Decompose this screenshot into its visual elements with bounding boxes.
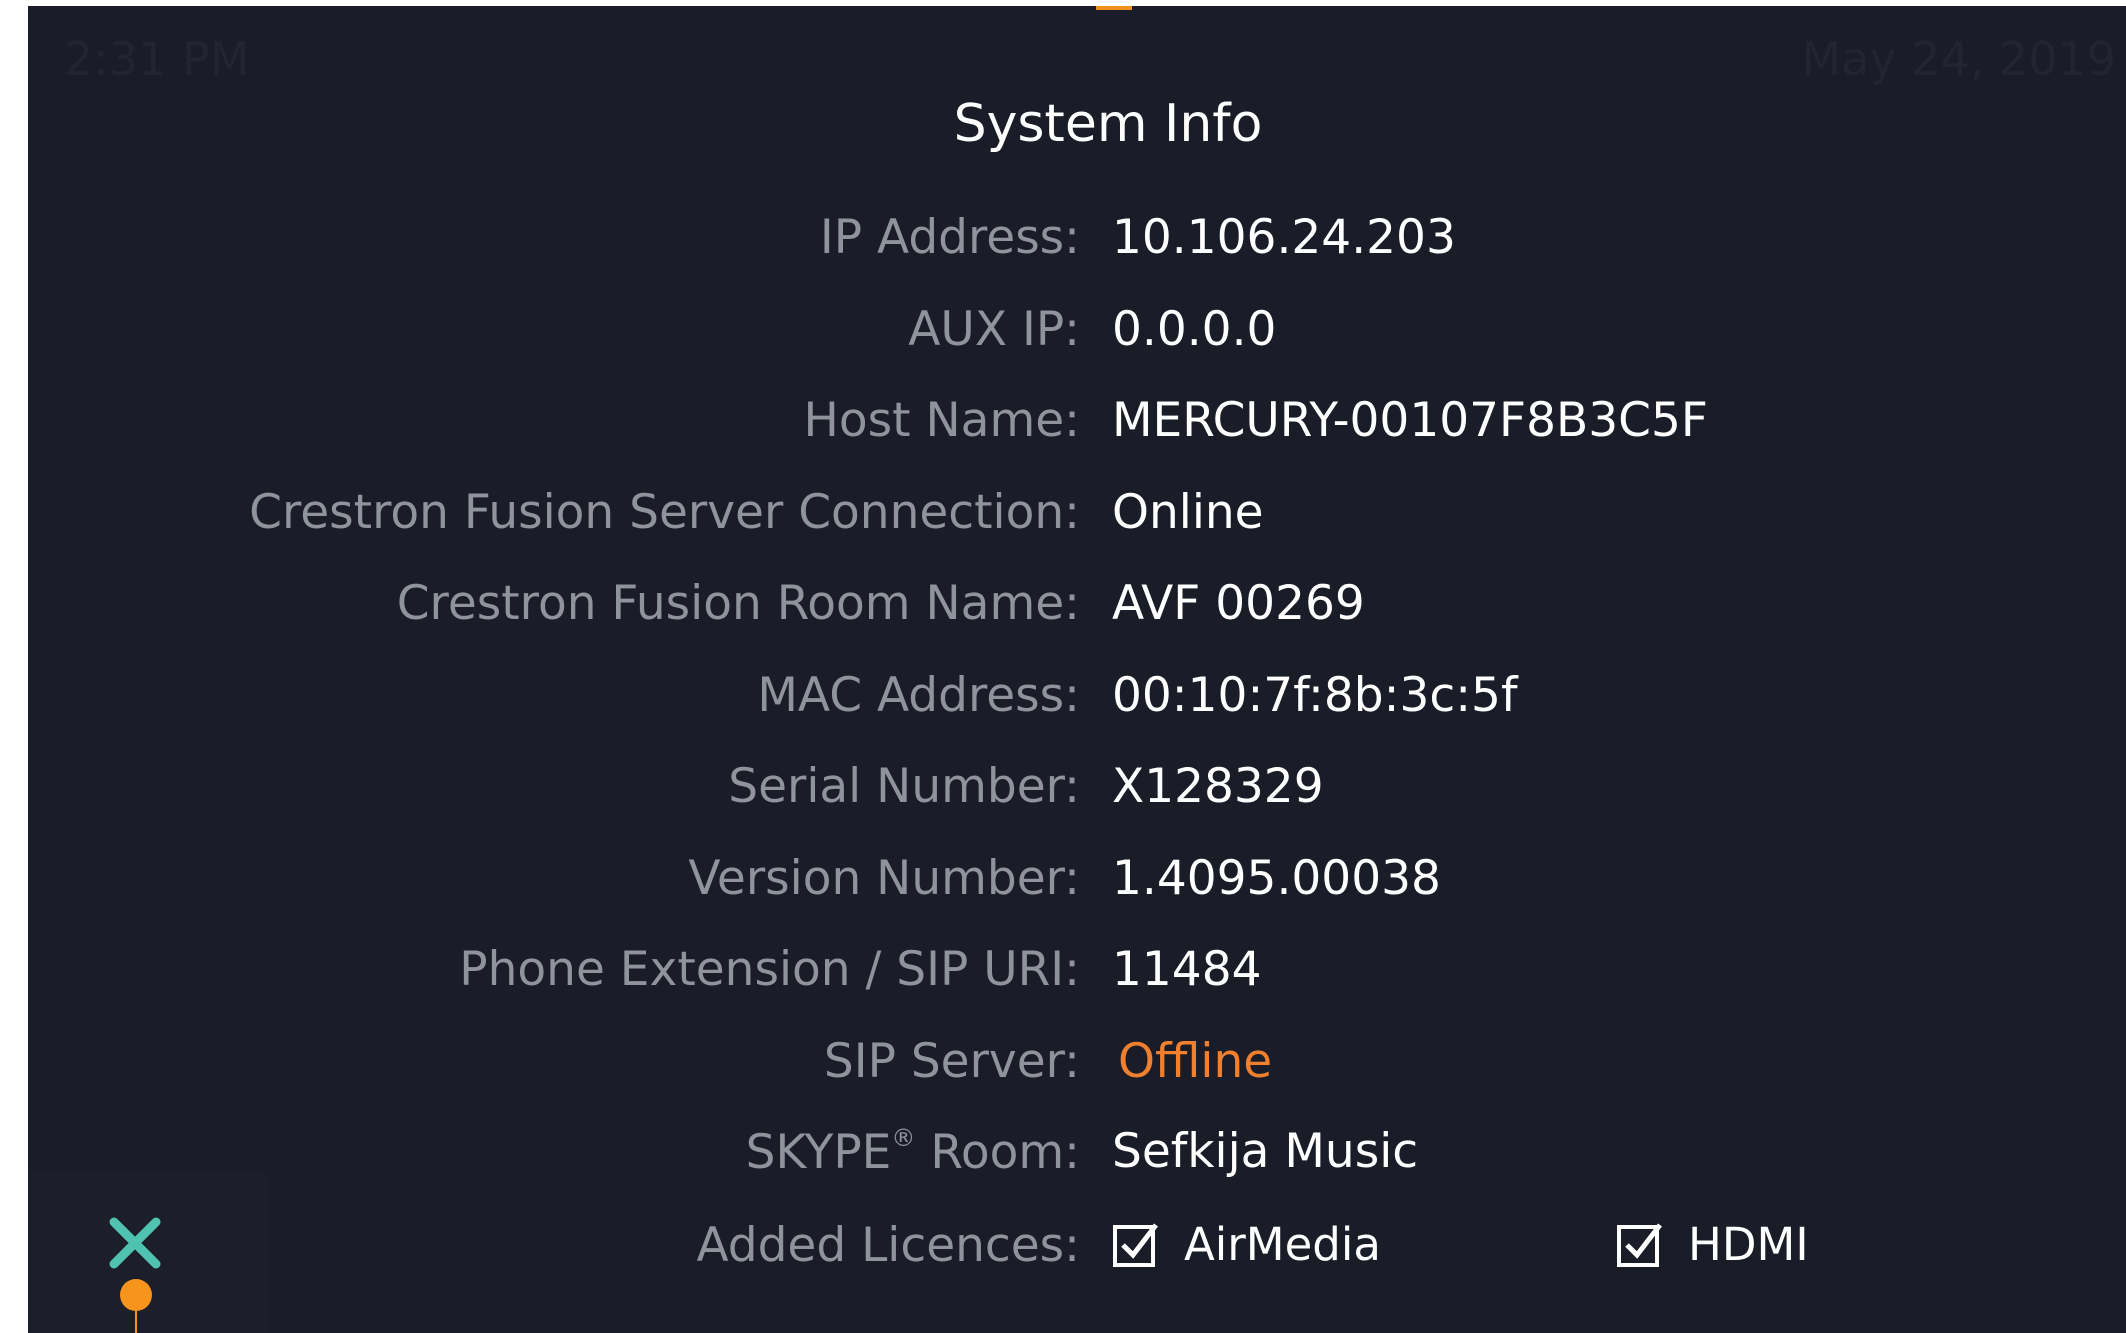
info-label: Host Name: <box>803 393 1080 448</box>
info-value: Online <box>1112 485 1264 540</box>
skype-label-prefix: SKYPE <box>745 1125 892 1180</box>
info-value: 1.4095.00038 <box>1112 851 1441 906</box>
info-value: AVF 00269 <box>1112 576 1365 631</box>
top-accent-bar <box>1096 6 1132 10</box>
info-value: Sefkija Music <box>1112 1124 1419 1179</box>
info-value: 00:10:7f:8b:3c:5f <box>1112 668 1518 723</box>
info-row-version-number: Version Number: 1.4095.00038 <box>28 851 2126 931</box>
status-date: May 24, 2019 <box>1801 32 2116 86</box>
info-row-ip-address: IP Address: 10.106.24.203 <box>28 210 2126 290</box>
info-label: SKYPE® Room: <box>746 1124 1080 1180</box>
info-label: IP Address: <box>819 210 1080 265</box>
registered-mark: ® <box>891 1124 916 1152</box>
info-label: AUX IP: <box>908 302 1080 357</box>
info-row-sip-server: SIP Server: Offline <box>28 1034 2126 1114</box>
licence-airmedia[interactable]: AirMedia <box>1112 1218 1381 1271</box>
info-label: Crestron Fusion Room Name: <box>396 576 1080 631</box>
checkbox-checked-icon[interactable] <box>1616 1221 1664 1269</box>
dialog-title: System Info <box>953 94 1263 154</box>
info-row-fusion-connection: Crestron Fusion Server Connection: Onlin… <box>28 485 2126 565</box>
checkbox-checked-icon[interactable] <box>1112 1221 1160 1269</box>
info-value: 0.0.0.0 <box>1112 302 1277 357</box>
info-value: MERCURY-00107F8B3C5F <box>1112 393 1708 448</box>
info-value: 11484 <box>1112 942 1262 997</box>
info-row-skype-room: SKYPE® Room: Sefkija Music <box>28 1124 2126 1204</box>
info-row-mac-address: MAC Address: 00:10:7f:8b:3c:5f <box>28 668 2126 748</box>
close-icon[interactable] <box>106 1214 164 1272</box>
licences-label: Added Licences: <box>696 1218 1080 1273</box>
info-label: MAC Address: <box>757 668 1080 723</box>
info-label: Version Number: <box>688 851 1080 906</box>
info-row-host-name: Host Name: MERCURY-00107F8B3C5F <box>28 393 2126 473</box>
licence-label: HDMI <box>1688 1218 1809 1271</box>
info-label: Phone Extension / SIP URI: <box>459 942 1080 997</box>
info-value: X128329 <box>1112 759 1324 814</box>
selection-indicator-line <box>135 1306 137 1333</box>
info-label: Serial Number: <box>728 759 1080 814</box>
info-label: SIP Server: <box>823 1034 1080 1089</box>
info-value: 10.106.24.203 <box>1112 210 1456 265</box>
licence-label: AirMedia <box>1184 1218 1381 1271</box>
licence-hdmi[interactable]: HDMI <box>1616 1218 1809 1271</box>
system-info-screen: 2:31 PM May 24, 2019 System Info IP Addr… <box>28 6 2126 1333</box>
info-row-fusion-room-name: Crestron Fusion Room Name: AVF 00269 <box>28 576 2126 656</box>
info-row-serial-number: Serial Number: X128329 <box>28 759 2126 839</box>
status-time: 2:31 PM <box>64 32 250 86</box>
skype-label-suffix: Room: <box>915 1125 1080 1180</box>
sip-server-status: Offline <box>1118 1034 1273 1089</box>
info-row-aux-ip: AUX IP: 0.0.0.0 <box>28 302 2126 382</box>
info-row-sip-uri: Phone Extension / SIP URI: 11484 <box>28 942 2126 1022</box>
info-row-added-licences: Added Licences: AirMedia HDMI <box>28 1218 2126 1298</box>
info-label: Crestron Fusion Server Connection: <box>249 485 1080 540</box>
